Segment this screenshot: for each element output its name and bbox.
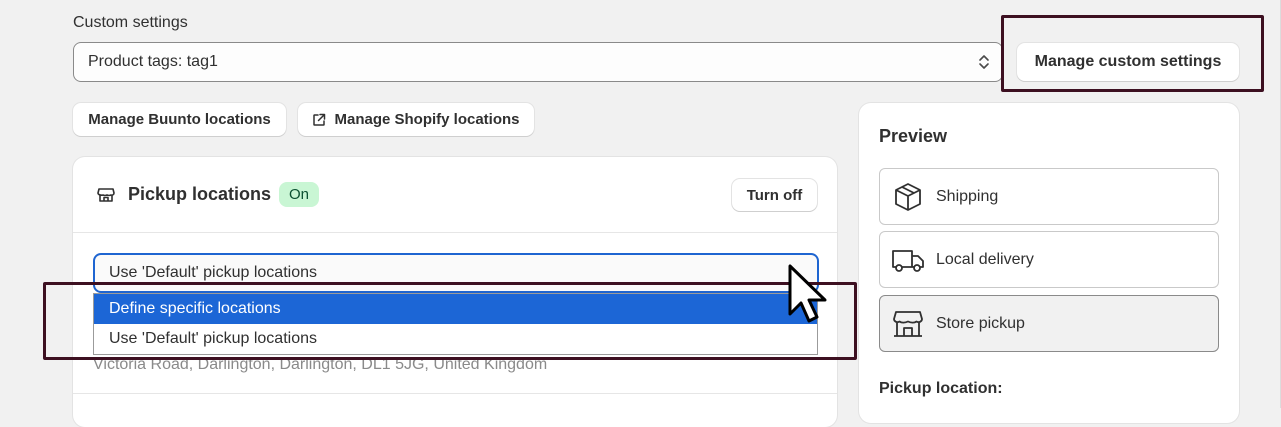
pickup-locations-title: Pickup locations xyxy=(128,184,272,204)
truck-icon xyxy=(892,249,924,272)
manage-shopify-locations-label: Manage Shopify locations xyxy=(334,111,520,128)
turn-off-button[interactable]: Turn off xyxy=(732,179,817,211)
storefront-icon xyxy=(893,310,923,337)
custom-settings-select[interactable]: Product tags: tag1 xyxy=(73,42,1003,82)
preview-option-local-delivery[interactable]: Local delivery xyxy=(879,231,1219,288)
store-icon xyxy=(97,188,115,202)
preview-option-store-pickup[interactable]: Store pickup xyxy=(879,295,1219,352)
box-icon xyxy=(895,182,921,211)
custom-settings-label: Custom settings xyxy=(73,14,188,31)
custom-settings-value: Product tags: tag1 xyxy=(88,53,218,70)
card-divider xyxy=(73,393,837,394)
preview-option-shipping[interactable]: Shipping xyxy=(879,168,1219,225)
preview-title: Preview xyxy=(879,126,948,146)
cursor-icon xyxy=(788,264,827,323)
highlight-box xyxy=(1001,15,1264,92)
status-badge: On xyxy=(279,182,320,207)
highlight-box xyxy=(43,282,857,360)
external-link-icon xyxy=(313,113,326,126)
pickup-location-label: Pickup location: xyxy=(879,380,1003,397)
manage-shopify-locations-button[interactable]: Manage Shopify locations xyxy=(298,103,534,136)
manage-buunto-locations-button[interactable]: Manage Buunto locations xyxy=(73,103,286,136)
local-delivery-label: Local delivery xyxy=(936,250,1034,268)
chevron-updown-icon xyxy=(979,55,989,69)
card-divider xyxy=(73,232,837,233)
store-pickup-label: Store pickup xyxy=(936,314,1025,332)
shipping-label: Shipping xyxy=(936,187,999,205)
